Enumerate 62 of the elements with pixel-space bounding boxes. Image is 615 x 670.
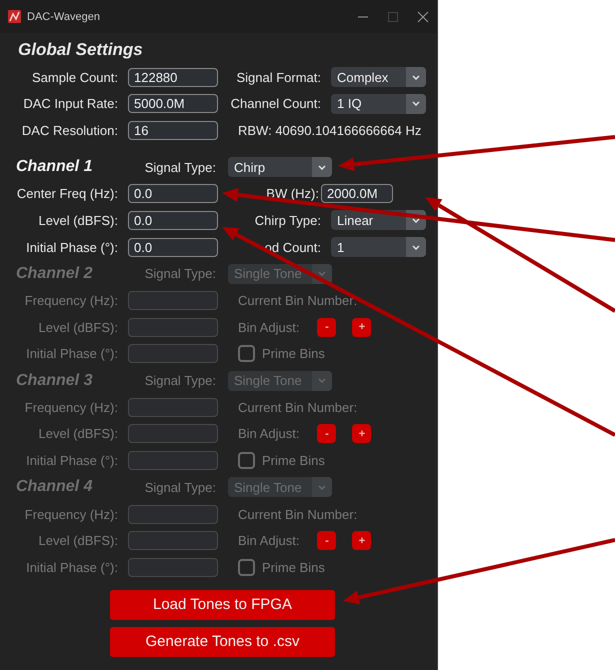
field-label: Initial Phase (°):: [25, 560, 118, 575]
checkbox-label: Prime Bins: [262, 346, 325, 362]
checkbox-label: Prime Bins: [262, 453, 325, 468]
field-label: Signal Type:: [144, 480, 216, 495]
field-label: Frequency (Hz):: [24, 400, 118, 415]
channel-heading: Channel 3: [16, 372, 92, 390]
info-text: Current Bin Number:: [237, 293, 358, 308]
chevron-down-icon: [412, 74, 420, 80]
field-label: Level (dBFS):: [38, 533, 118, 548]
text-field[interactable]: 0.0: [128, 238, 218, 257]
text-field[interactable]: 16: [128, 120, 218, 140]
action-button[interactable]: Generate Tones to .csv: [110, 626, 335, 657]
info-text: Current Bin Number:: [237, 400, 358, 415]
action-button[interactable]: Load Tones to FPGA: [110, 590, 335, 620]
text-field[interactable]: 122880: [128, 68, 218, 87]
dropdown[interactable]: Complex: [331, 67, 426, 88]
chevron-down-icon: [412, 218, 420, 223]
field-label: Level (dBFS):: [38, 426, 118, 442]
field-label: Level (dBFS):: [38, 212, 118, 228]
app-icon: [8, 10, 21, 23]
field-label: Level (dBFS):: [38, 320, 118, 335]
field-label: Initial Phase (°):: [25, 346, 118, 362]
field-label: Signal Type:: [144, 160, 216, 175]
field-label: Chirp Type:: [254, 212, 321, 228]
field-label: Signal Format:: [235, 70, 321, 85]
field-label: Frequency (Hz):: [24, 293, 118, 308]
chevron-down-icon: [318, 378, 326, 384]
close-icon[interactable]: [417, 10, 429, 22]
field-label: Center Freq (Hz):: [16, 186, 118, 202]
field-label: DAC Resolution:: [20, 122, 118, 138]
chevron-down-icon: [318, 484, 326, 490]
field-label: Initial Phase (°):: [25, 453, 118, 468]
field-label: Signal Type:: [144, 266, 216, 282]
field-label: Channel Count:: [230, 96, 321, 112]
window-title: DAC-Wavegen: [27, 10, 101, 22]
text-field[interactable]: 2000.0M: [321, 184, 393, 204]
info-text: RBW: 40690.104166666664 Hz: [237, 122, 422, 138]
channel-heading: Channel 1: [16, 158, 92, 176]
field-label: Initial Phase (°):: [25, 240, 118, 255]
field-label: DAC Input Rate:: [22, 96, 118, 112]
field-label: Signal Type:: [144, 373, 216, 388]
channel-heading: Channel 4: [16, 478, 92, 496]
dropdown[interactable]: 1 IQ: [331, 94, 426, 114]
info-text: Current Bin Number:: [237, 506, 358, 522]
chevron-down-icon: [318, 271, 326, 276]
channel-heading: Channel 2: [16, 264, 92, 283]
dropdown[interactable]: 1: [331, 237, 426, 258]
section-heading: Global Settings: [17, 40, 143, 60]
text-field[interactable]: 5000.0M: [128, 94, 218, 114]
chevron-down-icon: [412, 244, 420, 250]
checkbox-label: Prime Bins: [262, 560, 325, 575]
chevron-down-icon: [318, 164, 326, 170]
field-label: Frequency (Hz):: [24, 506, 118, 522]
field-label: Bin Adjust:: [237, 426, 300, 442]
text-field[interactable]: 0.0: [128, 184, 218, 204]
field-label: Sample Count:: [31, 70, 118, 85]
chevron-down-icon: [412, 101, 420, 106]
field-label: Bin Adjust:: [237, 533, 300, 548]
field-label: Bin Adjust:: [237, 320, 300, 335]
dropdown[interactable]: Chirp: [228, 157, 332, 178]
maximize-icon[interactable]: [387, 10, 399, 22]
text-field[interactable]: 0.0: [128, 210, 218, 230]
